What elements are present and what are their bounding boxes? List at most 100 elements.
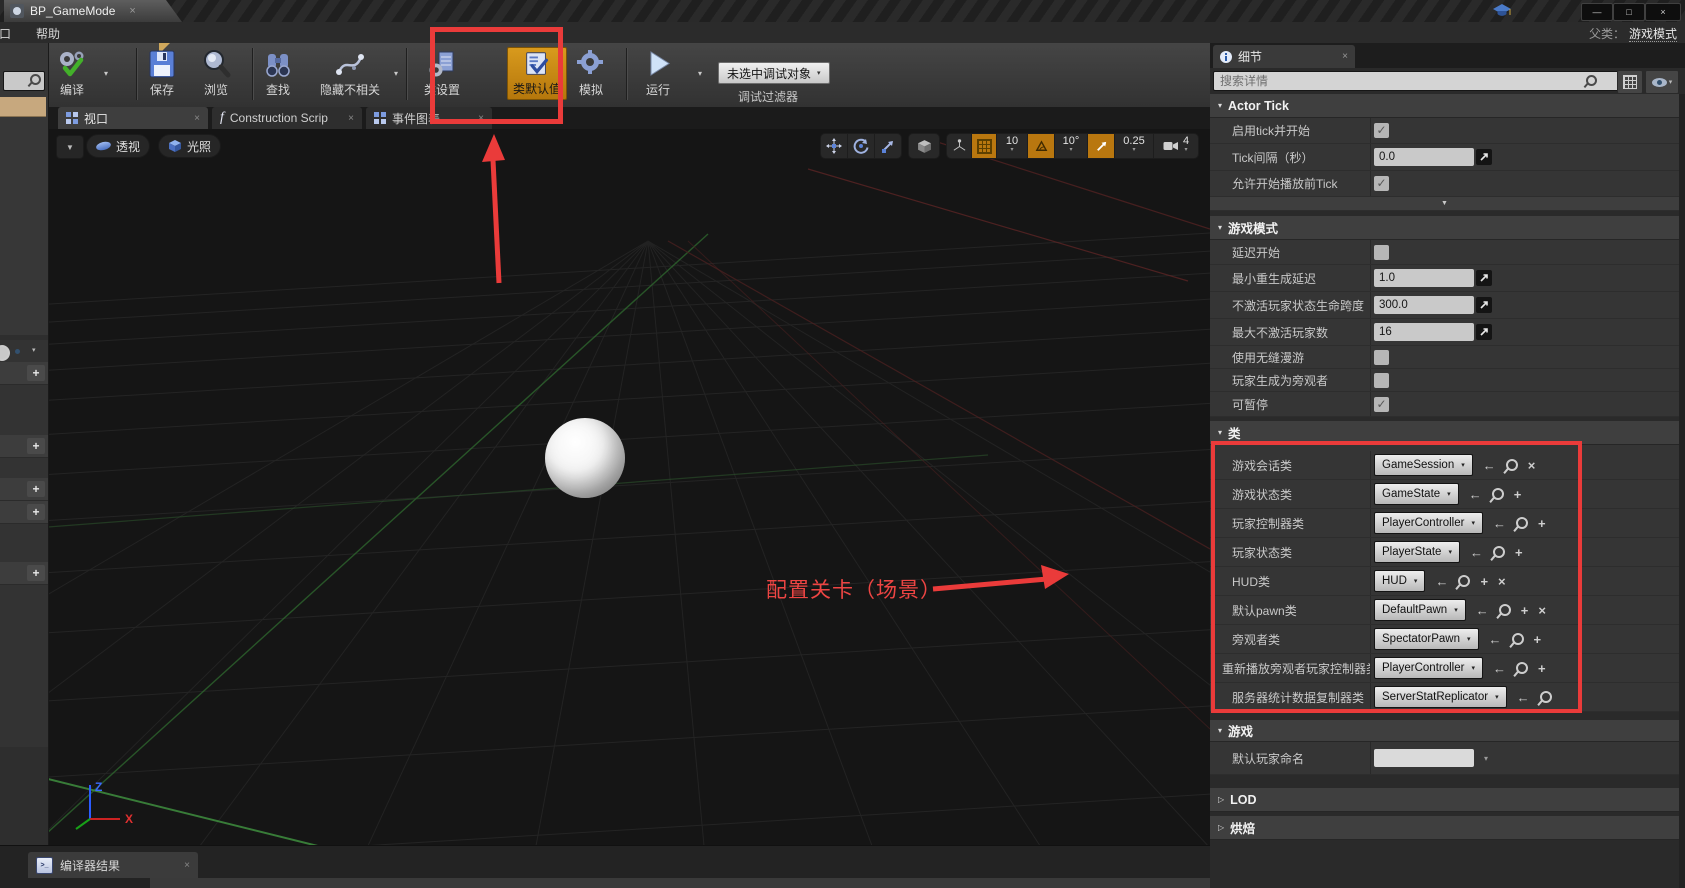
section-header-game-mode[interactable]: ▾ 游戏模式 — [1210, 216, 1679, 240]
add-icon[interactable]: + — [1538, 662, 1546, 675]
use-asset-icon[interactable]: ← — [1489, 633, 1502, 646]
browse-icon[interactable] — [1492, 488, 1504, 500]
move-tool-button[interactable] — [821, 134, 847, 158]
class-combo[interactable]: HUD▾ — [1374, 570, 1425, 592]
menu-item-help[interactable]: 帮助 — [36, 25, 60, 42]
add-icon[interactable]: + — [1514, 488, 1522, 501]
tutorial-cap-icon[interactable] — [1492, 3, 1512, 18]
viewport-options-dropdown[interactable]: ▼ — [56, 135, 84, 159]
category-row[interactable]: + — [0, 362, 48, 385]
use-asset-icon[interactable]: ← — [1493, 662, 1506, 675]
class-combo[interactable]: GameSession▾ — [1374, 454, 1473, 476]
menu-item-window[interactable]: 窗口 — [0, 25, 18, 41]
play-button[interactable]: 运行 — [642, 48, 674, 98]
class-defaults-button[interactable]: 类默认值 — [507, 47, 567, 100]
caret-down-icon[interactable]: ▾ — [32, 346, 36, 354]
scale-snap-toggle[interactable] — [1087, 134, 1114, 158]
class-combo[interactable]: GameState▾ — [1374, 483, 1459, 505]
class-combo[interactable]: SpectatorPawn▾ — [1374, 628, 1479, 650]
use-asset-icon[interactable]: ← — [1517, 691, 1530, 704]
selected-item-highlight[interactable] — [0, 97, 46, 117]
spinbox-drag-icon[interactable] — [1476, 324, 1492, 340]
spinbox-drag-icon[interactable] — [1476, 270, 1492, 286]
rotate-tool-button[interactable] — [847, 134, 874, 158]
tab-construction-script[interactable]: f Construction Scrip × — [212, 107, 362, 129]
spinbox-drag-icon[interactable] — [1476, 297, 1492, 313]
class-settings-button[interactable]: 类设置 — [424, 48, 460, 98]
compile-dropdown-icon[interactable]: ▾ — [104, 69, 108, 78]
checkbox[interactable] — [1374, 350, 1389, 365]
advanced-expander[interactable]: ▼ — [1210, 197, 1679, 211]
scale-tool-button[interactable] — [874, 134, 901, 158]
asset-tab-bp-gamemode[interactable]: BP_GameMode × — [4, 0, 182, 22]
section-header-actor-tick[interactable]: ▾ Actor Tick — [1210, 94, 1679, 118]
text-input[interactable] — [1374, 749, 1474, 767]
category-row[interactable]: + — [0, 435, 48, 458]
add-icon[interactable]: + — [27, 565, 45, 581]
add-icon[interactable]: + — [27, 504, 45, 520]
tab-close-icon[interactable]: × — [184, 860, 190, 871]
checkbox[interactable]: ✓ — [1374, 397, 1389, 412]
section-header-cook[interactable]: ▷ 烘焙 — [1210, 816, 1679, 840]
clear-icon[interactable]: × — [1528, 459, 1536, 472]
minimize-button[interactable]: — — [1581, 3, 1613, 21]
class-combo[interactable]: PlayerController▾ — [1374, 657, 1483, 679]
browse-icon[interactable] — [1516, 662, 1528, 674]
camera-speed-button[interactable]: 4▾ — [1153, 134, 1198, 158]
rotation-snap-value[interactable]: 10°▾ — [1054, 134, 1087, 158]
section-header-game[interactable]: ▾ 游戏 — [1210, 720, 1679, 742]
parent-class-link[interactable]: 游戏模式 — [1629, 27, 1677, 42]
clear-icon[interactable]: × — [1538, 604, 1546, 617]
number-input[interactable]: 1.0 — [1374, 269, 1474, 287]
world-local-toggle[interactable] — [909, 134, 939, 158]
number-input[interactable]: 0.0 — [1374, 148, 1474, 166]
browse-icon[interactable] — [1506, 459, 1518, 471]
default-sphere-mesh[interactable] — [545, 418, 625, 498]
scale-snap-value[interactable]: 0.25▾ — [1114, 134, 1153, 158]
tab-close-icon[interactable]: × — [1342, 51, 1348, 62]
add-icon[interactable]: + — [1538, 517, 1546, 530]
category-row[interactable]: + — [0, 562, 48, 585]
perspective-button[interactable]: 透视 — [86, 134, 150, 158]
class-combo[interactable]: ServerStatReplicator▾ — [1374, 686, 1507, 708]
section-header-classes[interactable]: ▾ 类 — [1210, 421, 1679, 445]
tab-close-icon[interactable]: × — [478, 113, 484, 124]
category-row[interactable]: + — [0, 478, 48, 501]
tab-viewport[interactable]: 视口 × — [58, 107, 208, 129]
details-scrollbar-gutter[interactable] — [1679, 94, 1685, 888]
add-icon[interactable]: + — [1515, 546, 1523, 559]
property-matrix-button[interactable] — [1617, 70, 1643, 94]
browse-icon[interactable] — [1540, 691, 1552, 703]
add-icon[interactable]: + — [1480, 575, 1488, 588]
viewport-canvas[interactable]: ▼ 透视 光照 — [48, 129, 1210, 845]
use-asset-icon[interactable]: ← — [1469, 488, 1482, 501]
rotation-snap-toggle[interactable] — [1027, 134, 1054, 158]
tab-event-graph[interactable]: 事件图表 × — [366, 107, 492, 129]
number-input[interactable]: 300.0 — [1374, 296, 1474, 314]
class-combo[interactable]: PlayerState▾ — [1374, 541, 1460, 563]
use-asset-icon[interactable]: ← — [1476, 604, 1489, 617]
use-asset-icon[interactable]: ← — [1470, 546, 1483, 559]
tab-close-icon[interactable]: × — [348, 113, 354, 124]
browse-button[interactable]: 浏览 — [200, 48, 232, 98]
checkbox[interactable]: ✓ — [1374, 123, 1389, 138]
number-input[interactable]: 16 — [1374, 323, 1474, 341]
add-icon[interactable]: + — [27, 438, 45, 454]
browse-icon[interactable] — [1516, 517, 1528, 529]
clear-icon[interactable]: × — [1498, 575, 1506, 588]
category-row[interactable]: + — [0, 501, 48, 524]
class-combo[interactable]: PlayerController▾ — [1374, 512, 1483, 534]
use-asset-icon[interactable]: ← — [1435, 575, 1448, 588]
close-button[interactable]: × — [1645, 3, 1681, 21]
add-icon[interactable]: + — [1534, 633, 1542, 646]
browse-icon[interactable] — [1493, 546, 1505, 558]
caret-down-icon[interactable]: ▾ — [1484, 754, 1488, 763]
play-dropdown-icon[interactable]: ▾ — [698, 69, 702, 78]
checkbox[interactable] — [1374, 245, 1389, 260]
grid-snap-toggle[interactable] — [971, 134, 996, 158]
debug-object-dropdown[interactable]: 未选中调试对象 ▾ — [718, 62, 830, 84]
use-asset-icon[interactable]: ← — [1493, 517, 1506, 530]
section-header-lod[interactable]: ▷ LOD — [1210, 788, 1679, 812]
add-icon[interactable]: + — [27, 365, 45, 381]
tab-close-icon[interactable]: × — [194, 113, 200, 124]
